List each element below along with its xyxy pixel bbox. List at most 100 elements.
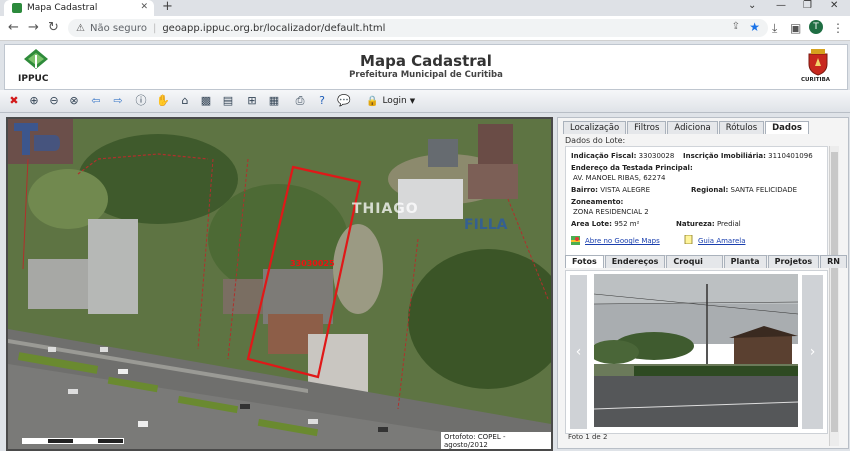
tab-localizacao[interactable]: Localização [563, 121, 627, 134]
print-icon[interactable]: ⎙ [292, 93, 308, 109]
download-icon[interactable]: ⤓ [772, 21, 777, 36]
google-maps-link[interactable]: Abre no Google Maps [585, 237, 660, 245]
ortho-credit: Ortofoto: COPEL - agosto/2012 [441, 432, 551, 449]
back-icon[interactable]: ← [8, 20, 19, 35]
map-view[interactable]: THIAGO FILLA 33030025 Ortofoto: COPEL - … [6, 117, 553, 451]
address-bar-row: ← → ↻ ⚠ Não seguro | geoapp.ippuc.org.br… [0, 16, 850, 41]
share-icon[interactable]: ⇪ [732, 21, 740, 32]
bairro-label: Bairro: [571, 186, 598, 194]
regional-value: SANTA FELICIDADE [730, 186, 798, 194]
lot-number-label: 33030025 [290, 259, 335, 268]
natureza-value: Predial [716, 220, 741, 228]
tab-rn[interactable]: RN [820, 255, 847, 268]
building-icon[interactable]: ⌂ [177, 93, 193, 109]
legend-icon[interactable]: ▤ [220, 93, 236, 109]
area-label: Area Lote: [571, 220, 612, 228]
guia-amarela-link[interactable]: Guia Amarela [698, 237, 745, 245]
new-tab-button[interactable]: + [162, 0, 173, 14]
curitiba-coat-of-arms-icon [808, 49, 828, 76]
watermark-brand: FILLA [464, 217, 508, 233]
measure-icon[interactable]: ⊞ [244, 93, 260, 109]
restore-icon[interactable]: ❐ [803, 0, 812, 11]
tab-adiciona[interactable]: Adiciona [667, 121, 718, 134]
zoneamento-value: ZONA RESIDENCIAL 2 [573, 208, 649, 216]
inscricao-label: Inscrição Imobiliária: [683, 152, 766, 160]
panel-scrollbar[interactable] [829, 146, 839, 446]
google-maps-icon [571, 236, 580, 245]
menu-kebab-icon[interactable]: ⋮ [832, 21, 844, 35]
zoom-extent-icon[interactable]: ⊗ [66, 93, 82, 109]
clear-selection-icon[interactable]: ✖ [6, 93, 22, 109]
help-icon[interactable]: ? [314, 93, 330, 109]
street-photo [594, 274, 798, 427]
curitiba-label: CURITIBA [801, 77, 831, 83]
info-tool-icon[interactable]: ⓘ [133, 93, 149, 109]
endereco-value: AV. MANOEL RIBAS, 62274 [573, 174, 666, 182]
photo-viewer: ‹ › [565, 270, 828, 434]
area-value: 952 m² [614, 220, 640, 228]
login-label: Login [382, 96, 407, 106]
grid-icon[interactable]: ▦ [266, 93, 282, 109]
tab-fotos[interactable]: Fotos [565, 255, 604, 268]
indicacao-value: 33030028 [638, 152, 675, 160]
photo-prev-button[interactable]: ‹ [570, 275, 587, 429]
map-layers-icon[interactable]: ▩ [198, 93, 214, 109]
tab-rotulos[interactable]: Rótulos [718, 121, 765, 134]
page-title: Mapa Cadastral [360, 52, 492, 70]
photo-tabs: Fotos Endereços Croqui Foreiro Planta Pr… [565, 255, 848, 278]
bookmark-star-icon[interactable]: ★ [749, 20, 760, 34]
login-button[interactable]: 🔒 Login ▼ [366, 93, 415, 109]
tab-dados[interactable]: Dados [765, 121, 809, 134]
comment-icon[interactable]: 💬 [336, 93, 352, 109]
indicacao-label: Indicação Fiscal: [571, 152, 637, 160]
zoom-in-icon[interactable]: ⊕ [26, 93, 42, 109]
chevron-down-icon: ▼ [409, 97, 416, 105]
tab-enderecos[interactable]: Endereços [604, 255, 666, 268]
document-icon [684, 235, 693, 244]
next-view-icon[interactable]: ⇨ [110, 93, 126, 109]
forward-icon[interactable]: → [28, 20, 39, 35]
browser-tab[interactable]: Mapa Cadastral ✕ [4, 0, 154, 16]
security-label[interactable]: Não seguro [90, 23, 147, 34]
photo-next-button[interactable]: › [802, 275, 823, 429]
tab-title: Mapa Cadastral [27, 3, 98, 13]
browser-tab-bar: Mapa Cadastral ✕ + ⌄ — ❐ ✕ [0, 0, 850, 16]
zoneamento-label: Zoneamento: [571, 198, 624, 206]
lot-data-box: Indicação Fiscal: 33030028 Inscrição Imo… [565, 146, 828, 256]
tab-projetos[interactable]: Projetos [767, 255, 820, 268]
window-close-icon[interactable]: ✕ [830, 0, 838, 11]
watermark-name: THIAGO [352, 201, 419, 217]
endereco-label: Endereço da Testada Principal: [571, 164, 693, 172]
scrollbar-thumb[interactable] [831, 152, 838, 432]
aerial-photo [8, 119, 551, 449]
tab-croqui-foreiro[interactable]: Croqui Foreiro [666, 255, 723, 278]
lock-icon: 🔒 [366, 95, 379, 107]
photo-count: Foto 1 de 2 [568, 433, 608, 441]
tab-close-icon[interactable]: ✕ [140, 2, 148, 12]
pan-hand-icon[interactable]: ✋ [155, 93, 171, 109]
warning-info-icon[interactable]: ⚠ [76, 23, 85, 34]
tab-planta[interactable]: Planta [723, 255, 767, 268]
reload-icon[interactable]: ↻ [48, 20, 59, 35]
omnibox-divider: | [152, 22, 157, 34]
tab-filtros[interactable]: Filtros [627, 121, 667, 134]
inscricao-value: 3110401096 [768, 152, 813, 160]
page-subtitle: Prefeitura Municipal de Curitiba [349, 70, 503, 80]
regional-label: Regional: [691, 186, 729, 194]
tab-search-icon[interactable]: ⌄ [748, 0, 756, 11]
watermark-logo-icon [14, 123, 60, 155]
scale-bar [22, 438, 124, 444]
url-text[interactable]: geoapp.ippuc.org.br/localizador/default.… [162, 23, 385, 34]
panel-tabs: Localização Filtros Adiciona Rótulos Dad… [563, 121, 810, 134]
info-panel: Localização Filtros Adiciona Rótulos Dad… [557, 117, 849, 449]
omnibox[interactable]: ⚠ Não seguro | geoapp.ippuc.org.br/local… [68, 19, 768, 37]
zoom-out-icon[interactable]: ⊖ [46, 93, 62, 109]
map-toolbar: ✖ ⊕ ⊖ ⊗ ⇦ ⇨ ⓘ ✋ ⌂ ▩ ▤ ⊞ ▦ ⎙ ? 💬 🔒 Login … [0, 90, 850, 113]
bairro-value: VISTA ALEGRE [600, 186, 651, 194]
data-section-title: Dados do Lote: [565, 136, 626, 145]
previous-view-icon[interactable]: ⇦ [88, 93, 104, 109]
site-favicon-icon [12, 3, 22, 13]
sidebar-icon[interactable]: ▣ [790, 21, 801, 35]
minimize-icon[interactable]: — [776, 0, 786, 11]
profile-avatar[interactable]: T [809, 20, 823, 34]
